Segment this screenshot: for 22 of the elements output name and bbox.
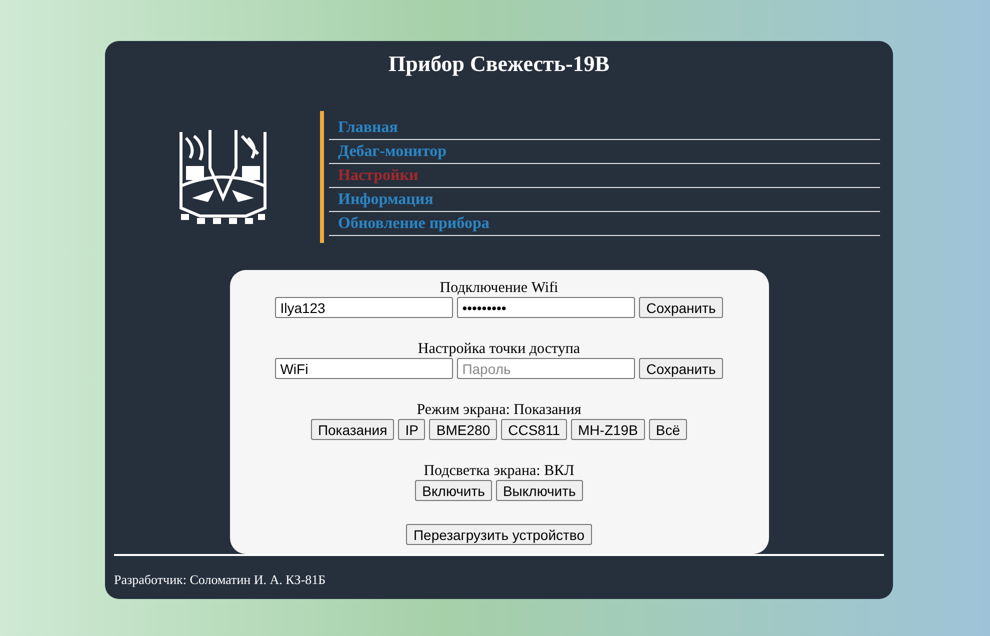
name-field[interactable]: Ilya123 [275,297,454,318]
section-heading: Подключение Wifi [440,280,558,297]
emblem-icon [178,128,268,226]
option-button[interactable]: Показания [310,419,394,440]
option-button[interactable]: Всё [648,419,688,440]
page-title: Прибор Свежесть-19В [388,51,610,77]
password-field[interactable]: ••••••••• [457,297,636,318]
password-field[interactable]: Пароль [457,358,636,379]
save-button[interactable]: Сохранить [639,297,723,318]
footer-text: Разработчик: Соломатин И. А. КЗ-81Б [114,571,327,589]
save-button[interactable]: Сохранить [639,358,723,379]
name-field[interactable]: WiFi [275,358,454,379]
option-button[interactable]: CCS811 [501,419,568,440]
section-heading: Режим экрана: Показания [416,402,582,419]
section-heading: Подсветка экрана: ВКЛ [424,463,574,480]
option-button[interactable]: Включить [415,480,492,501]
option-button[interactable]: MH-Z19B [571,419,645,440]
option-button[interactable]: IP [398,419,426,440]
option-button[interactable]: Выключить [496,480,583,501]
section-heading: Настройка точки доступа [418,341,580,358]
option-button[interactable]: BME280 [429,419,498,440]
option-button[interactable]: Перезагрузить устройство [406,524,592,545]
